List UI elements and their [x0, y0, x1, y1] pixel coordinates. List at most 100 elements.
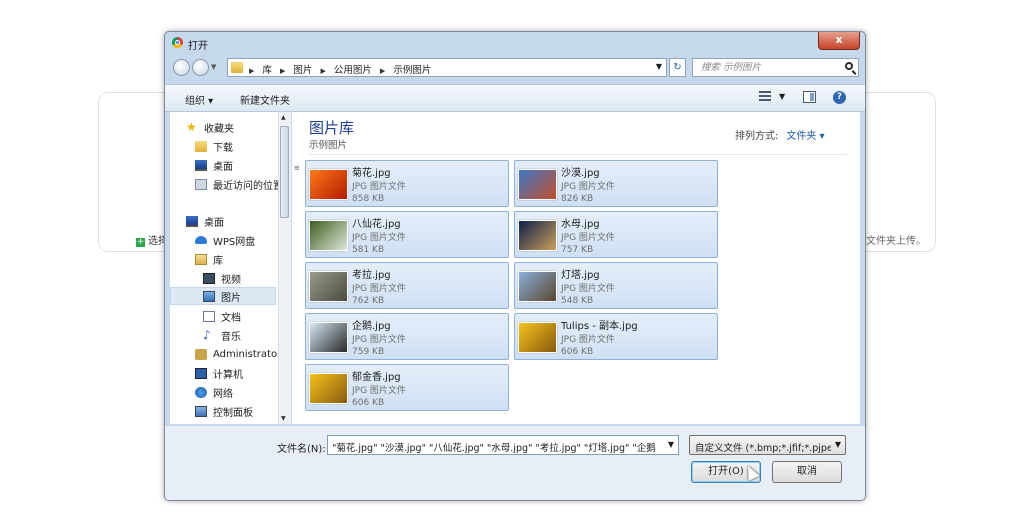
breadcrumb-separator-icon[interactable]: ▶ — [249, 67, 254, 75]
arrange-dropdown[interactable]: 文件夹 ▾ — [786, 131, 824, 142]
nav-videos[interactable]: 视频 — [203, 269, 241, 287]
file-type: JPG 图片文件 — [561, 233, 615, 243]
filename-field[interactable]: "菊花.jpg" "沙漠.jpg" "八仙花.jpg" "水母.jpg" "考拉… — [327, 435, 679, 455]
splitter-grip-icon: ≡ — [294, 164, 300, 172]
help-icon[interactable]: ? — [833, 91, 846, 104]
file-tile[interactable]: 郁金香.jpg JPG 图片文件 606 KB — [305, 364, 509, 411]
scroll-up-icon[interactable]: ▲ — [281, 114, 286, 121]
search-input[interactable] — [699, 61, 843, 74]
file-type: JPG 图片文件 — [352, 182, 406, 192]
file-name: 菊花.jpg — [352, 168, 391, 179]
close-button[interactable]: x — [818, 32, 860, 50]
nav-pictures[interactable]: 图片 — [170, 287, 276, 305]
view-options-icon[interactable] — [759, 91, 771, 103]
plus-icon: + — [136, 237, 145, 247]
file-size: 606 KB — [352, 398, 385, 408]
nav-favorites[interactable]: ★ 收藏夹 — [186, 118, 234, 136]
preview-pane-icon[interactable] — [803, 91, 816, 103]
nav-documents[interactable]: 文档 — [203, 307, 241, 325]
pane-splitter[interactable]: ≡ — [292, 112, 300, 424]
file-tile[interactable]: 菊花.jpg JPG 图片文件 858 KB — [305, 160, 509, 207]
divider — [309, 154, 847, 155]
nav-label: 桌面 — [204, 217, 224, 229]
file-type: JPG 图片文件 — [352, 386, 406, 396]
nav-label: 控制面板 — [213, 407, 253, 419]
network-icon — [195, 386, 207, 398]
file-type-dropdown-icon[interactable]: ▼ — [831, 436, 845, 454]
file-size: 606 KB — [561, 347, 594, 357]
desktop-icon — [186, 215, 198, 227]
nav-music[interactable]: ♪ 音乐 — [203, 326, 241, 344]
view-dropdown-icon[interactable]: ▼ — [779, 92, 785, 101]
forward-button[interactable] — [192, 59, 209, 76]
scroll-down-icon[interactable]: ▼ — [281, 415, 286, 422]
file-list-area: 图片库 示例图片 排列方式: 文件夹 ▾ 菊花.jpg JPG 图片文件 858 KB… — [300, 112, 860, 424]
document-icon — [203, 310, 215, 322]
filename-label: 文件名(N): — [277, 444, 326, 455]
nav-label: WPS网盘 — [213, 236, 256, 248]
file-type: JPG 图片文件 — [352, 284, 406, 294]
nav-computer[interactable]: 计算机 — [195, 364, 243, 382]
file-size: 548 KB — [561, 296, 594, 306]
nav-downloads[interactable]: 下载 — [195, 137, 233, 155]
address-bar[interactable]: ▶ 库 ▶ 图片 ▶ 公用图片 ▶ 示例图片 ▼ — [227, 58, 667, 77]
nav-label: 音乐 — [221, 331, 241, 343]
star-icon: ★ — [186, 119, 197, 134]
breadcrumb-separator-icon[interactable]: ▶ — [280, 67, 285, 75]
nav-label: 图片 — [221, 292, 241, 304]
nav-libraries[interactable]: 库 — [195, 250, 223, 268]
nav-administrator[interactable]: Administrator — [195, 345, 281, 363]
file-type: JPG 图片文件 — [561, 284, 615, 294]
breadcrumb-library[interactable]: 库 — [262, 65, 272, 76]
file-tile[interactable]: 八仙花.jpg JPG 图片文件 581 KB — [305, 211, 509, 258]
library-title: 图片库 — [309, 119, 355, 137]
scroll-thumb[interactable] — [280, 126, 289, 218]
image-thumbnail — [518, 271, 557, 302]
video-icon — [203, 272, 215, 284]
nav-recent-places[interactable]: 最近访问的位置 — [195, 175, 283, 193]
nav-network[interactable]: 网络 — [195, 383, 233, 401]
cancel-button[interactable]: 取消 — [772, 461, 842, 483]
file-type: JPG 图片文件 — [352, 335, 406, 345]
file-name: 沙漠.jpg — [561, 168, 600, 179]
back-button[interactable] — [173, 59, 190, 76]
file-type: JPG 图片文件 — [352, 233, 406, 243]
breadcrumb-separator-icon[interactable]: ▶ — [380, 67, 385, 75]
organize-menu[interactable]: 组织 ▾ — [185, 92, 213, 107]
search-box[interactable] — [692, 58, 859, 77]
file-type-select[interactable]: 自定义文件 (*.bmp;*.jfif;*.pjpe ▼ — [689, 435, 846, 455]
recent-pages-dropdown[interactable]: ▼ — [211, 63, 216, 71]
nav-control-panel[interactable]: 控制面板 — [195, 402, 253, 420]
folder-icon — [195, 140, 207, 152]
file-type-value: 自定义文件 (*.bmp;*.jfif;*.pjpe — [695, 443, 833, 454]
file-tile[interactable]: Tulips - 副本.jpg JPG 图片文件 606 KB — [514, 313, 718, 360]
new-folder-button[interactable]: 新建文件夹 — [240, 92, 290, 107]
breadcrumb-pictures[interactable]: 图片 — [293, 65, 312, 76]
nav-desktop-favorite[interactable]: 桌面 — [195, 156, 233, 174]
picture-icon — [203, 290, 215, 302]
file-tile[interactable]: 水母.jpg JPG 图片文件 757 KB — [514, 211, 718, 258]
title-bar: 打开 x — [165, 32, 865, 54]
file-name: Tulips - 副本.jpg — [561, 321, 638, 332]
nav-scrollbar[interactable]: ▲ ▼ — [278, 112, 291, 424]
breadcrumb-public-pictures[interactable]: 公用图片 — [334, 65, 372, 76]
file-tile[interactable]: 灯塔.jpg JPG 图片文件 548 KB — [514, 262, 718, 309]
nav-label: 网络 — [213, 388, 233, 400]
file-size: 762 KB — [352, 296, 385, 306]
address-dropdown-icon[interactable]: ▼ — [656, 62, 662, 71]
file-tile[interactable]: 沙漠.jpg JPG 图片文件 826 KB — [514, 160, 718, 207]
file-tile[interactable]: 考拉.jpg JPG 图片文件 762 KB — [305, 262, 509, 309]
nav-wps-cloud[interactable]: WPS网盘 — [195, 231, 255, 249]
library-icon — [195, 253, 207, 265]
filename-dropdown-icon[interactable]: ▼ — [664, 436, 678, 454]
file-tile[interactable]: 企鹅.jpg JPG 图片文件 759 KB — [305, 313, 509, 360]
search-icon[interactable] — [845, 62, 853, 70]
nav-desktop[interactable]: 桌面 — [186, 212, 224, 230]
breadcrumb-sample-pictures[interactable]: 示例图片 — [393, 65, 431, 76]
dialog-footer: 文件名(N): "菊花.jpg" "沙漠.jpg" "八仙花.jpg" "水母.… — [165, 426, 865, 500]
file-size: 757 KB — [561, 245, 594, 255]
breadcrumb-separator-icon[interactable]: ▶ — [320, 67, 325, 75]
file-type: JPG 图片文件 — [561, 182, 615, 192]
refresh-button[interactable]: ↻ — [669, 58, 686, 77]
nav-label: Administrator — [213, 348, 282, 360]
